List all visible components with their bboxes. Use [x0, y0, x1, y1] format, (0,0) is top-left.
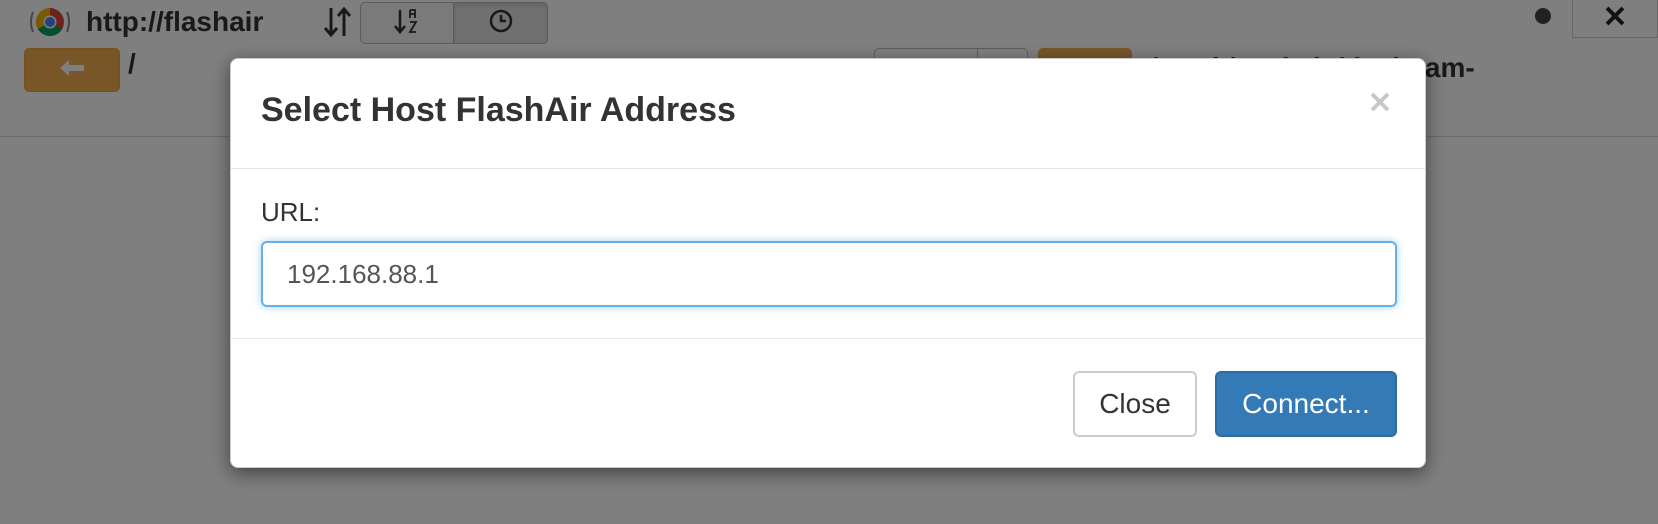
host-address-dialog: Select Host FlashAir Address URL: Close … [230, 58, 1426, 468]
dialog-footer: Close Connect... [231, 339, 1425, 467]
dialog-header: Select Host FlashAir Address [231, 59, 1425, 169]
connect-button[interactable]: Connect... [1215, 371, 1397, 437]
close-button[interactable]: Close [1073, 371, 1197, 437]
dialog-title: Select Host FlashAir Address [261, 91, 736, 129]
close-icon [1369, 91, 1391, 118]
url-input[interactable] [261, 241, 1397, 307]
url-label: URL: [261, 197, 321, 227]
dialog-body: URL: [231, 169, 1425, 339]
dialog-close-button[interactable] [1365, 89, 1395, 119]
app-window: http://flashair [0, 0, 1658, 524]
